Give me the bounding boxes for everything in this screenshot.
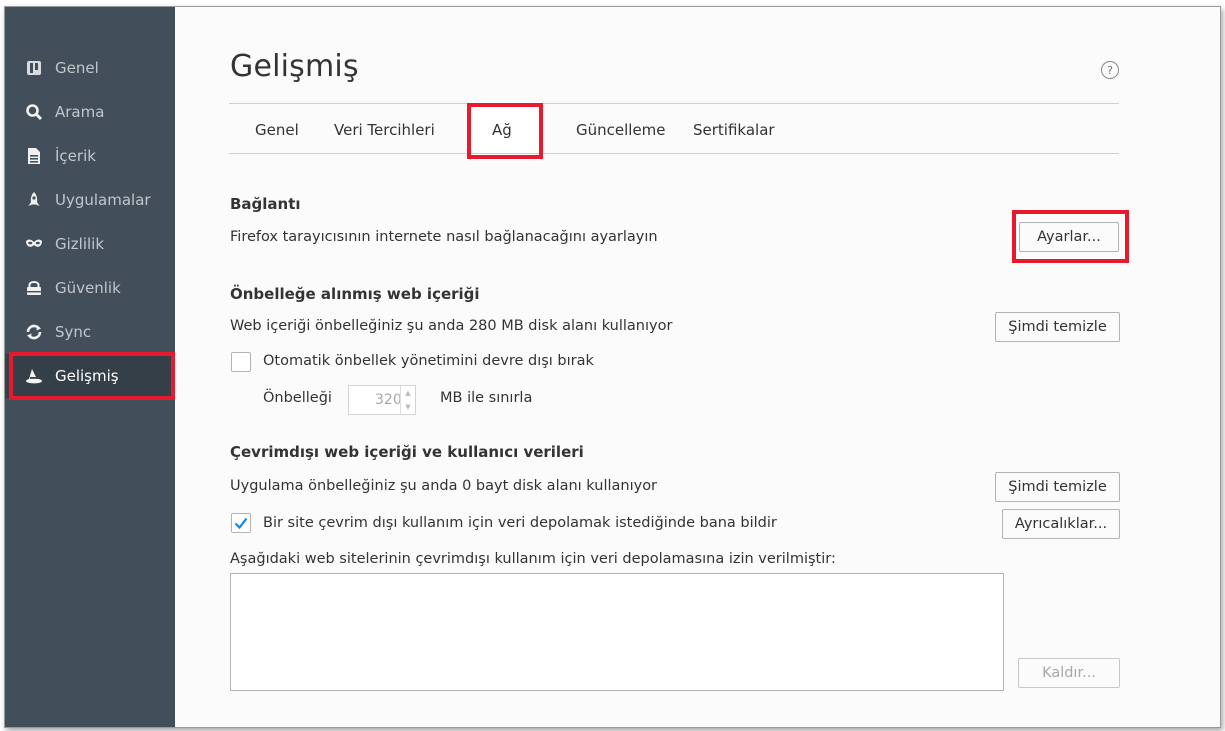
offline-list-label: Aşağıdaki web sitelerinin çevrimdışı kul… <box>230 551 836 567</box>
override-cache-label: Otomatik önbellek yönetimini devre dışı … <box>263 353 594 369</box>
tab-update[interactable]: Güncelleme <box>576 121 666 139</box>
sidebar-item-label: Güvenlik <box>55 279 121 297</box>
sidebar-item-content[interactable]: İçerik <box>5 134 175 178</box>
help-icon[interactable]: ? <box>1101 61 1119 79</box>
sidebar-item-label: Gelişmiş <box>55 367 119 385</box>
preferences-window: Genel Arama İçerik Uygulamalar Gizlilik <box>4 6 1221 728</box>
offline-usage-text: Uygulama önbelleğiniz şu anda 0 bayt dis… <box>230 478 658 494</box>
tab-bar-divider <box>229 153 1119 154</box>
notify-checkbox[interactable] <box>231 513 251 533</box>
offline-sites-list[interactable] <box>230 573 1004 691</box>
cache-limit-unit: MB ile sınırla <box>440 390 533 406</box>
sidebar-item-label: Gizlilik <box>55 235 105 253</box>
connection-description: Firefox tarayıcısının internete nasıl ba… <box>230 229 658 245</box>
sidebar-item-applications[interactable]: Uygulamalar <box>5 178 175 222</box>
sidebar-item-sync[interactable]: Sync <box>5 310 175 354</box>
rocket-icon <box>25 191 43 209</box>
sidebar-item-label: Genel <box>55 59 99 77</box>
divider <box>229 103 1119 104</box>
page-title: Gelişmiş <box>230 49 359 84</box>
wizard-hat-icon <box>25 367 43 385</box>
mask-icon <box>25 235 43 253</box>
cache-limit-spinner[interactable]: ▲ ▼ <box>400 386 415 414</box>
override-cache-checkbox[interactable] <box>231 352 251 372</box>
search-icon <box>25 103 43 121</box>
cache-limit-input[interactable]: 320 ▲ ▼ <box>348 385 416 415</box>
clear-offline-button[interactable]: Şimdi temizle <box>995 472 1120 502</box>
sync-icon <box>25 323 43 341</box>
sidebar-item-label: Uygulamalar <box>55 191 151 209</box>
sidebar-item-label: Sync <box>55 323 92 341</box>
connection-settings-button[interactable]: Ayarlar... <box>1019 222 1119 252</box>
sidebar-item-privacy[interactable]: Gizlilik <box>5 222 175 266</box>
connection-heading: Bağlantı <box>230 195 301 213</box>
offline-heading: Çevrimdışı web içeriği ve kullanıcı veri… <box>230 443 584 461</box>
sidebar: Genel Arama İçerik Uygulamalar Gizlilik <box>5 7 175 727</box>
cache-limit-label: Önbelleği <box>263 390 332 406</box>
tab-network[interactable]: Ağ <box>492 121 512 139</box>
checkmark-icon <box>234 517 248 530</box>
cache-heading: Önbelleğe alınmış web içeriği <box>230 285 480 303</box>
cache-usage-text: Web içeriği önbelleğiniz şu anda 280 MB … <box>230 318 673 334</box>
sidebar-item-advanced[interactable]: Gelişmiş <box>5 354 175 398</box>
notify-label: Bir site çevrim dışı kullanım için veri … <box>263 515 777 531</box>
lock-icon <box>25 279 43 297</box>
general-icon <box>25 59 43 77</box>
sidebar-item-label: Arama <box>55 103 105 121</box>
tab-data-choices[interactable]: Veri Tercihleri <box>334 121 435 139</box>
document-icon <box>25 147 43 165</box>
sidebar-item-search[interactable]: Arama <box>5 90 175 134</box>
remove-button[interactable]: Kaldır... <box>1018 658 1120 688</box>
cache-limit-value: 320 <box>375 392 402 408</box>
exceptions-button[interactable]: Ayrıcalıklar... <box>1002 509 1120 539</box>
tab-general[interactable]: Genel <box>255 121 299 139</box>
sidebar-item-general[interactable]: Genel <box>5 46 175 90</box>
clear-cache-button[interactable]: Şimdi temizle <box>995 312 1120 342</box>
main-content: Gelişmiş ? Genel Veri Tercihleri Ağ Günc… <box>175 7 1220 727</box>
tab-certificates[interactable]: Sertifikalar <box>693 121 775 139</box>
sidebar-item-security[interactable]: Güvenlik <box>5 266 175 310</box>
sidebar-item-label: İçerik <box>55 147 96 165</box>
spin-down-icon[interactable]: ▼ <box>401 400 415 414</box>
spin-up-icon[interactable]: ▲ <box>401 386 415 400</box>
